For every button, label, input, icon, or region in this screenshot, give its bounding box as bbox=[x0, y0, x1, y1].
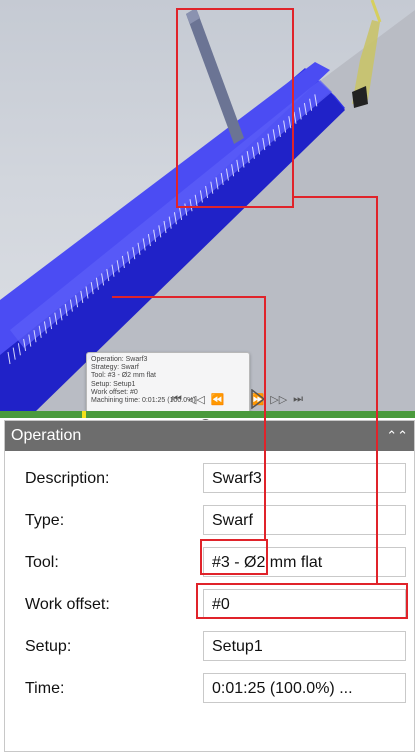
type-row: Type: Swarf bbox=[5, 501, 414, 541]
playback-controls: ⏮ ◁◁ ⏪ ⏩ ▷▷ ⏭ bbox=[172, 390, 303, 408]
time-row: Time: 0:01:25 (100.0%) ... bbox=[5, 669, 414, 709]
work-offset-row: Work offset: #0 bbox=[5, 585, 414, 625]
skip-start-icon[interactable]: ⏮ bbox=[172, 393, 182, 406]
description-value: Swarf3 bbox=[203, 463, 406, 493]
setup-row: Setup: Setup1 bbox=[5, 627, 414, 667]
panel-header: Operation ⌃⌃ bbox=[5, 421, 414, 451]
time-label: Time: bbox=[25, 680, 65, 697]
type-value: Swarf bbox=[203, 505, 406, 535]
collapse-icon[interactable]: ⌃⌃ bbox=[386, 421, 408, 451]
step-back-icon[interactable]: ◁◁ bbox=[188, 393, 205, 406]
setup-label: Setup: bbox=[25, 638, 72, 655]
setup-value: Setup1 bbox=[203, 631, 406, 661]
operation-panel: Operation ⌃⌃ Description: Swarf3 Type: S… bbox=[4, 420, 415, 752]
rewind-icon[interactable]: ⏪ bbox=[211, 393, 225, 406]
tooltip-line: Strategy: Swarf bbox=[91, 364, 139, 372]
tool-label: Tool: bbox=[25, 554, 59, 571]
operation-timeline[interactable] bbox=[0, 411, 415, 418]
description-label: Description: bbox=[25, 470, 110, 487]
type-label: Type: bbox=[25, 512, 65, 529]
tooltip-line: Operation: Swarf3 bbox=[91, 356, 148, 363]
play-icon[interactable] bbox=[250, 389, 266, 409]
tooltip-line: Tool: #3 - Ø2 mm flat bbox=[91, 372, 156, 380]
description-row: Description: Swarf3 bbox=[5, 459, 414, 499]
skip-end-icon[interactable]: ⏭ bbox=[293, 393, 303, 406]
time-value: 0:01:25 (100.0%) ... bbox=[203, 673, 406, 703]
tool-value: #3 - Ø2 mm flat bbox=[203, 547, 406, 577]
timeline-marker[interactable] bbox=[82, 411, 86, 418]
tooltip-line: Setup: Setup1 bbox=[91, 380, 136, 388]
work-offset-label: Work offset: bbox=[25, 596, 110, 613]
simulation-viewport[interactable]: Operation: Swarf3 Strategy: Swarf Tool: … bbox=[0, 0, 415, 412]
tool-row: Tool: #3 - Ø2 mm flat bbox=[5, 543, 414, 583]
panel-title: Operation bbox=[11, 427, 82, 444]
step-forward-icon[interactable]: ▷▷ bbox=[270, 393, 287, 406]
toolpath-scene bbox=[0, 0, 415, 412]
work-offset-value: #0 bbox=[203, 589, 406, 619]
